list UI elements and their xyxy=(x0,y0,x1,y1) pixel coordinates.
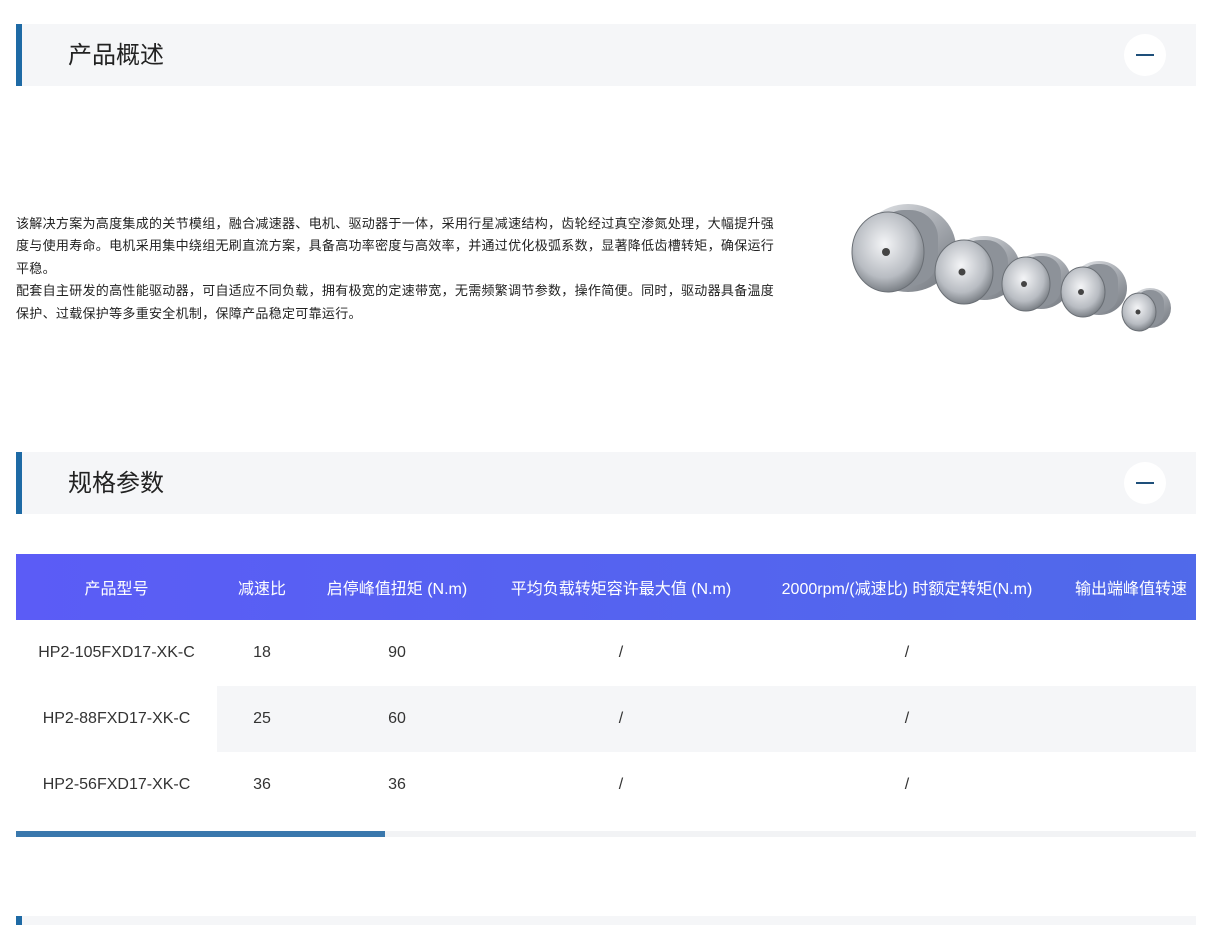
table-cell: / xyxy=(618,776,624,793)
spec-table-container[interactable]: 产品型号 减速比 启停峰值扭矩 (N.m) 平均负载转矩容许最大值 (N.m) … xyxy=(16,554,1196,818)
product-image xyxy=(851,204,1171,332)
table-cell: 18 xyxy=(253,644,271,661)
column-header: 产品型号 xyxy=(84,581,149,598)
table-cell: / xyxy=(487,686,755,752)
motor-medium xyxy=(1001,253,1071,312)
next-section-header xyxy=(16,916,1196,925)
table-cell: 25 xyxy=(217,686,307,752)
overview-paragraph: 配套自主研发的高性能驱动器，可自适应不同负载，拥有极宽的定速带宽，无需频繁调节参… xyxy=(16,284,775,322)
table-row: HP2-105FXD17-XK-C 18 90 / / / xyxy=(16,620,1196,686)
table-row: HP2-56FXD17-XK-C 36 36 / / / xyxy=(16,752,1196,818)
table-cell: HP2-105FXD17-XK-C xyxy=(38,644,195,661)
scrollbar-thumb[interactable] xyxy=(16,831,385,837)
overview-title: 产品概述 xyxy=(68,41,164,69)
table-cell: HP2-56FXD17-XK-C xyxy=(42,776,191,793)
table-cell: 36 xyxy=(253,776,271,793)
table-cell: / xyxy=(1059,686,1196,752)
table-row: HP2-88FXD17-XK-C 25 60 / / / xyxy=(16,686,1196,752)
column-header: 2000rpm/(减速比) 时额定转矩(N.m) xyxy=(781,581,1033,598)
table-header-row: 产品型号 减速比 启停峰值扭矩 (N.m) 平均负载转矩容许最大值 (N.m) … xyxy=(16,554,1196,620)
table-cell: / xyxy=(1059,752,1196,818)
table-cell: / xyxy=(904,776,910,793)
table-cell: 36 xyxy=(388,776,406,793)
motor-small xyxy=(1060,261,1127,318)
table-horizontal-scrollbar[interactable] xyxy=(16,831,1196,837)
table-cell: / xyxy=(904,644,910,661)
overview-paragraph: 该解决方案为高度集成的关节模组，融合减速器、电机、驱动器于一体，采用行星减速结构… xyxy=(16,217,775,277)
table-cell: 90 xyxy=(388,644,406,661)
motor-smallest xyxy=(1121,288,1171,332)
spec-table: 产品型号 减速比 启停峰值扭矩 (N.m) 平均负载转矩容许最大值 (N.m) … xyxy=(16,554,1196,818)
table-cell: / xyxy=(1059,620,1196,686)
minus-icon xyxy=(1136,54,1154,56)
table-cell: HP2-88FXD17-XK-C xyxy=(16,686,217,752)
overview-section-header: 产品概述 xyxy=(16,24,1196,86)
column-header: 减速比 xyxy=(237,581,286,598)
table-cell: / xyxy=(755,686,1059,752)
table-cell: / xyxy=(618,644,624,661)
column-header: 平均负载转矩容许最大值 (N.m) xyxy=(510,581,732,598)
minus-icon xyxy=(1136,482,1154,484)
table-cell: 60 xyxy=(307,686,487,752)
column-header: 启停峰值扭矩 (N.m) xyxy=(326,581,468,598)
specs-section-header: 规格参数 xyxy=(16,452,1196,514)
overview-description: 该解决方案为高度集成的关节模组，融合减速器、电机、驱动器于一体，采用行星减速结构… xyxy=(16,214,776,326)
column-header: 输出端峰值转速 xyxy=(1075,581,1188,598)
overview-collapse-button[interactable] xyxy=(1124,34,1166,76)
specs-collapse-button[interactable] xyxy=(1124,462,1166,504)
specs-title: 规格参数 xyxy=(68,469,164,497)
